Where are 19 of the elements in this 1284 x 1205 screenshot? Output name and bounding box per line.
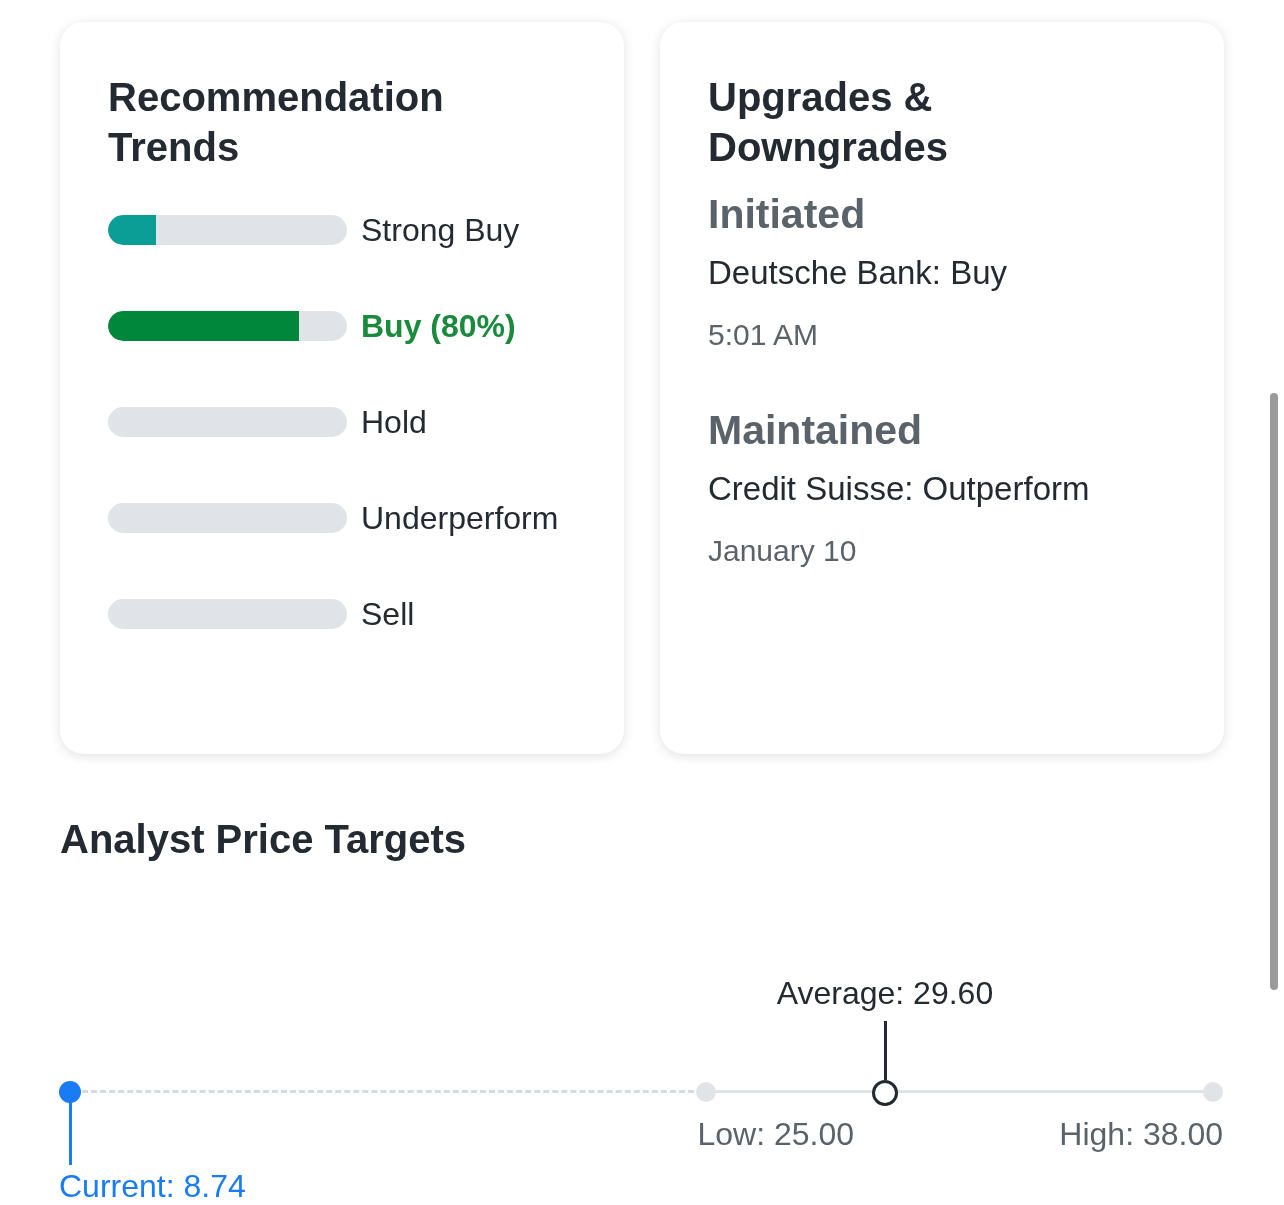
average-label: Average: 29.60 xyxy=(776,974,994,1013)
section-title: Analyst Price Targets xyxy=(60,816,468,863)
trend-label: Sell xyxy=(361,594,415,634)
trend-label: Hold xyxy=(361,402,427,442)
rating-action: Maintained xyxy=(708,406,924,455)
trend-label: Strong Buy xyxy=(361,210,520,250)
card-title: Upgrades & Downgrades xyxy=(708,74,950,171)
trend-label: Underperform xyxy=(361,498,559,538)
current-price-label: Current: 8.74 xyxy=(59,1167,246,1205)
scrollbar[interactable] xyxy=(1270,393,1278,990)
rating-action: Initiated xyxy=(708,190,867,239)
low-price-label: Low: 25.00 xyxy=(697,1115,855,1154)
rating-detail: Credit Suisse: Outperform xyxy=(708,469,1091,509)
rating-date: 5:01 AM xyxy=(708,317,820,353)
rating-detail: Deutsche Bank: Buy xyxy=(708,253,1008,293)
trend-label: Buy (80%) xyxy=(361,306,516,346)
rating-date: January 10 xyxy=(708,533,858,569)
card-title: Recommendation Trends xyxy=(108,74,445,171)
high-price-label: High: 38.00 xyxy=(1059,1115,1223,1154)
